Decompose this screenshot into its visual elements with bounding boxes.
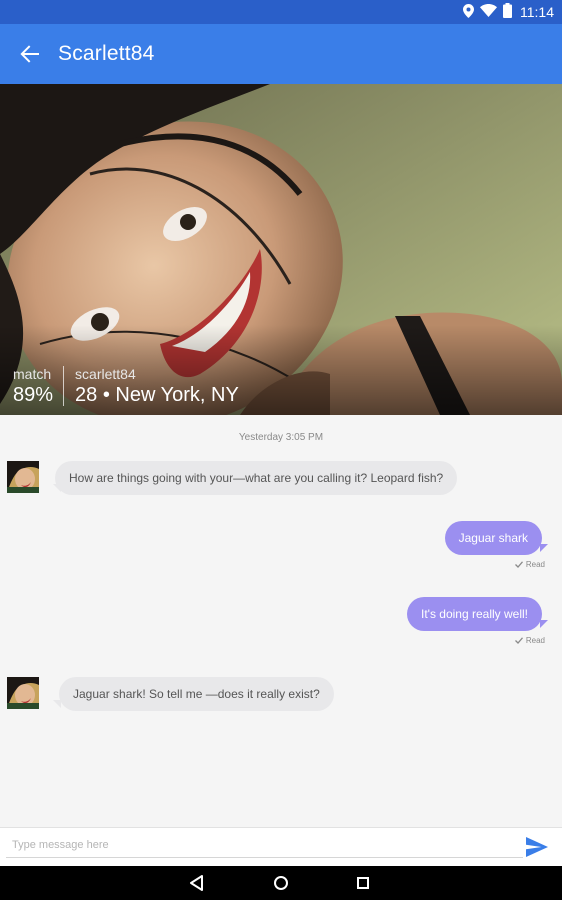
arrow-back-icon (20, 45, 39, 63)
read-receipt: Read (514, 560, 545, 569)
back-button[interactable] (2, 26, 58, 82)
check-icon (514, 561, 523, 568)
status-bar: 11:14 (0, 0, 562, 24)
app-bar: Scarlett84 (0, 24, 562, 84)
avatar[interactable] (7, 461, 39, 493)
send-button[interactable] (526, 837, 550, 859)
wifi-icon (480, 4, 497, 20)
profile-photo[interactable]: match 89% scarlett84 28 • New York, NY (0, 84, 562, 415)
nav-recents-button[interactable] (353, 873, 373, 893)
message-bubble-outgoing[interactable]: Jaguar shark (444, 521, 542, 555)
message-bubble-outgoing[interactable]: It's doing really well! (406, 597, 542, 631)
system-nav-bar (0, 866, 562, 900)
chat-timestamp: Yesterday 3:05 PM (238, 432, 324, 443)
bubble-tail (540, 620, 548, 628)
composer-bar (0, 827, 562, 867)
send-icon (526, 837, 548, 857)
avatar-image (7, 677, 39, 709)
read-status: Read (525, 560, 545, 569)
back-triangle-icon (190, 875, 203, 891)
status-icons: 11:14 (463, 0, 554, 24)
match-block: match 89% (13, 366, 65, 406)
location-icon (463, 3, 474, 21)
check-icon (514, 637, 523, 644)
profile-info: match 89% scarlett84 28 • New York, NY (13, 366, 239, 406)
chat-thread[interactable]: Yesterday 3:05 PM How are things going w… (0, 415, 562, 827)
message-input[interactable] (6, 833, 523, 858)
message-bubble-incoming[interactable]: How are things going with your—what are … (55, 461, 458, 495)
profile-age-location: 28 • New York, NY (75, 384, 239, 406)
profile-block: scarlett84 28 • New York, NY (64, 366, 239, 406)
status-time: 11:14 (520, 4, 554, 20)
avatar[interactable] (7, 677, 39, 709)
nav-back-button[interactable] (187, 873, 207, 893)
battery-icon (503, 3, 512, 21)
home-circle-icon (274, 876, 288, 890)
avatar-image (7, 461, 39, 493)
profile-username: scarlett84 (75, 366, 136, 382)
page-title: Scarlett84 (58, 42, 155, 65)
read-receipt: Read (514, 636, 545, 645)
recents-square-icon (357, 877, 369, 889)
message-bubble-incoming[interactable]: Jaguar shark! So tell me —does it really… (59, 677, 334, 711)
match-label: match (13, 366, 52, 382)
bubble-tail (540, 544, 548, 552)
match-percentage: 89% (13, 384, 54, 406)
read-status: Read (525, 636, 545, 645)
nav-home-button[interactable] (271, 873, 291, 893)
